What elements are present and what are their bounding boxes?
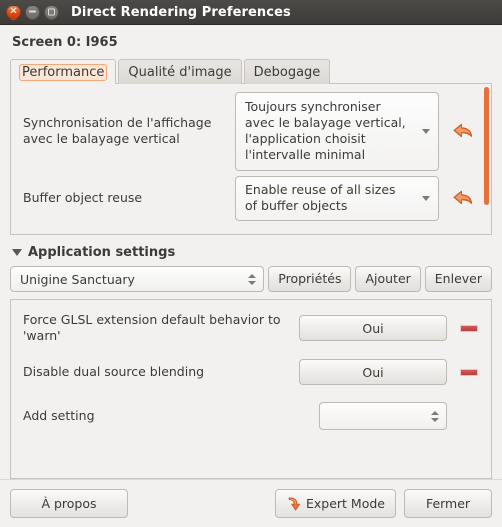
chevron-down-icon <box>414 195 438 201</box>
curved-arrow-down-icon <box>286 496 301 512</box>
close-icon[interactable]: × <box>6 4 21 20</box>
combo-buffer-object-reuse-value: Enable reuse of all sizes of buffer obje… <box>245 181 396 213</box>
about-button-label: À propos <box>41 496 97 511</box>
application-settings-header[interactable]: Application settings <box>12 245 492 260</box>
app-setting-row-force-glsl: Force GLSL extension default behavior to… <box>11 306 491 350</box>
combo-buffer-object-reuse[interactable]: Enable reuse of all sizes of buffer obje… <box>235 175 439 221</box>
scrollbar-thumb[interactable] <box>484 87 489 205</box>
expert-mode-button[interactable]: Expert Mode <box>275 489 396 518</box>
application-combo-value: Unigine Sanctuary <box>20 271 135 287</box>
application-settings-title: Application settings <box>28 245 176 260</box>
vertical-scrollbar[interactable] <box>481 84 491 234</box>
remove-button[interactable]: Enlever <box>424 266 492 292</box>
window-title: Direct Rendering Preferences <box>71 4 291 20</box>
tab-qualite-image-label: Qualité d'image <box>128 64 232 80</box>
maximize-icon[interactable] <box>44 4 59 20</box>
minimize-icon[interactable] <box>25 4 40 20</box>
app-setting-value-force-glsl[interactable]: Oui <box>299 315 447 341</box>
about-button[interactable]: À propos <box>10 489 128 518</box>
tab-bar: Performance Qualité d'image Debogage <box>10 59 492 84</box>
window-content: Screen 0: I965 Performance Qualité d'ima… <box>0 25 502 479</box>
tab-performance-label: Performance <box>18 63 108 81</box>
app-setting-row-add-setting: Add setting <box>11 394 491 438</box>
app-setting-value-disable-dual-source-blending-text: Oui <box>362 364 384 380</box>
performance-rows: Synchronisation de l'affichage avec le b… <box>11 84 481 234</box>
tab-debogage[interactable]: Debogage <box>243 59 331 84</box>
app-setting-row-disable-dual-source-blending: Disable dual source blending Oui <box>11 350 491 394</box>
setting-row-buffer-object-reuse: Buffer object reuse Enable reuse of all … <box>11 170 481 226</box>
close-button-label: Fermer <box>425 496 471 511</box>
setting-label-vertical-sync: Synchronisation de l'affichage avec le b… <box>23 115 212 146</box>
app-setting-value-force-glsl-text: Oui <box>362 320 384 336</box>
combo-vertical-sync-value: Toujours synchroniser avec le balayage v… <box>245 98 406 162</box>
tab-qualite-image[interactable]: Qualité d'image <box>118 59 242 84</box>
minus-icon[interactable] <box>447 324 491 332</box>
spinner-arrows-icon <box>424 410 446 422</box>
app-setting-label-force-glsl: Force GLSL extension default behavior to… <box>23 312 281 343</box>
application-combo[interactable]: Unigine Sanctuary <box>10 266 265 292</box>
spinner-arrows-icon <box>241 273 263 285</box>
undo-arrow-icon[interactable] <box>445 188 481 208</box>
add-button[interactable]: Ajouter <box>355 266 421 292</box>
screen-label: Screen 0: I965 <box>12 35 118 50</box>
title-bar: × Direct Rendering Preferences <box>0 0 502 25</box>
expert-mode-button-label: Expert Mode <box>306 496 385 511</box>
setting-row-vertical-sync: Synchronisation de l'affichage avec le b… <box>11 91 481 171</box>
app-setting-label-disable-dual-source-blending: Disable dual source blending <box>23 364 205 379</box>
minus-icon-placeholder <box>447 413 491 420</box>
app-setting-value-disable-dual-source-blending[interactable]: Oui <box>299 359 447 385</box>
combo-vertical-sync[interactable]: Toujours synchroniser avec le balayage v… <box>235 91 439 171</box>
direct-rendering-preferences-window: × Direct Rendering Preferences Screen 0:… <box>0 0 502 527</box>
app-setting-label-add-setting: Add setting <box>23 408 95 423</box>
performance-panel: Synchronisation de l'affichage avec le b… <box>10 83 492 235</box>
add-setting-combo[interactable] <box>319 402 447 430</box>
setting-label-buffer-object-reuse: Buffer object reuse <box>23 190 143 205</box>
footer-bar: À propos Expert Mode Fermer <box>0 479 502 527</box>
triangle-down-icon <box>12 249 22 256</box>
close-button[interactable]: Fermer <box>404 489 492 518</box>
application-settings-panel: Force GLSL extension default behavior to… <box>10 299 492 479</box>
tab-performance[interactable]: Performance <box>10 59 117 84</box>
close-glyph: × <box>9 5 18 17</box>
minus-icon[interactable] <box>447 368 491 376</box>
properties-button[interactable]: Propriétés <box>268 266 352 292</box>
window-controls: × <box>6 4 59 20</box>
undo-arrow-icon[interactable] <box>445 121 481 141</box>
application-selector-row: Unigine Sanctuary Propriétés Ajouter Enl… <box>10 266 492 292</box>
tab-debogage-label: Debogage <box>253 64 321 80</box>
chevron-down-icon <box>414 128 438 134</box>
